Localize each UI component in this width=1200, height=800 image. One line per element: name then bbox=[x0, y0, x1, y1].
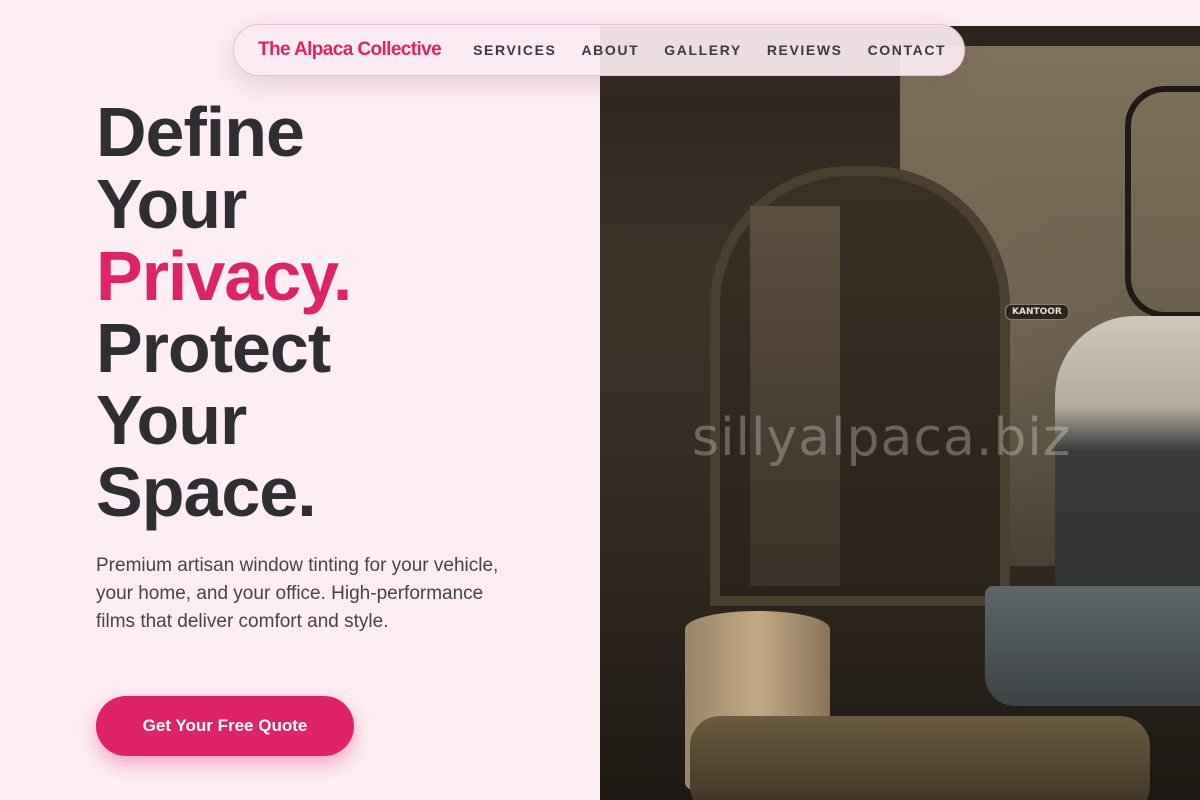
hero-headline: Define Your Privacy. Protect Your Space. bbox=[96, 93, 352, 531]
wrought-iron-scroll bbox=[1125, 86, 1200, 318]
kantoor-sign: KANTOOR bbox=[1005, 304, 1069, 320]
headline-line-1: Define bbox=[96, 93, 305, 171]
nav-link-services[interactable]: SERVICES bbox=[473, 42, 556, 58]
hero-subcopy: Premium artisan window tinting for your … bbox=[96, 555, 499, 632]
bench-vise bbox=[690, 716, 1150, 800]
nav-link-reviews[interactable]: REVIEWS bbox=[767, 42, 843, 58]
nav-link-contact[interactable]: CONTACT bbox=[868, 42, 947, 58]
brand-logo[interactable]: The Alpaca Collective bbox=[258, 39, 442, 61]
top-nav: The Alpaca Collective SERVICES ABOUT GAL… bbox=[233, 24, 965, 76]
headline-accent: Privacy. bbox=[96, 237, 352, 315]
nav-links: SERVICES ABOUT GALLERY REVIEWS CONTACT bbox=[473, 42, 946, 58]
headline-line-2: Your bbox=[96, 165, 247, 243]
headline-line-5: Your bbox=[96, 381, 247, 459]
hero-image: KANTOOR sillyalpaca.biz bbox=[600, 26, 1200, 800]
headline-line-4: Protect bbox=[96, 309, 331, 387]
free-quote-button[interactable]: Get Your Free Quote bbox=[96, 696, 354, 756]
blacksmith-figure bbox=[1055, 316, 1200, 616]
watermark: sillyalpaca.biz bbox=[692, 408, 1072, 468]
nav-link-gallery[interactable]: GALLERY bbox=[664, 42, 742, 58]
workshop-shelf bbox=[750, 206, 840, 586]
nav-link-about[interactable]: ABOUT bbox=[581, 42, 639, 58]
anvil bbox=[985, 586, 1200, 706]
headline-line-6: Space. bbox=[96, 453, 317, 531]
